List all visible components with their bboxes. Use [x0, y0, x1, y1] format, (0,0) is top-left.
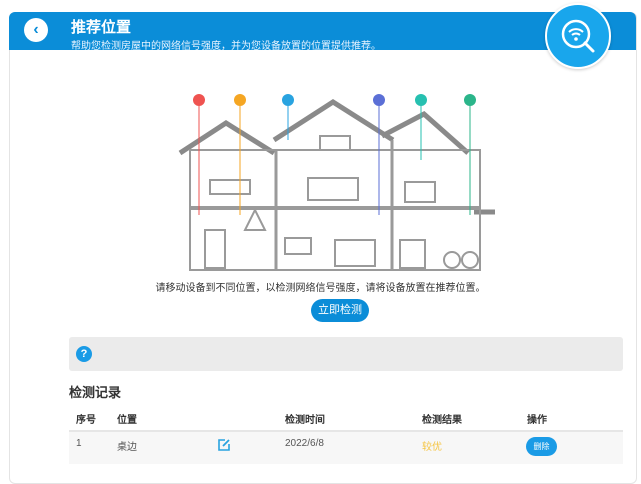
records-title: 检测记录: [69, 385, 122, 400]
detect-now-button[interactable]: 立即检测: [311, 299, 369, 322]
row-result: 较优: [422, 442, 442, 453]
wifi-search-icon: [545, 3, 611, 69]
delete-button[interactable]: 删除: [526, 437, 557, 456]
chevron-left-icon: ‹: [33, 21, 39, 38]
page-title: 推荐位置: [71, 19, 132, 36]
col-time: 检测时间: [285, 415, 325, 426]
col-index: 序号: [76, 415, 96, 426]
row-location: 桌边: [117, 442, 137, 453]
row-time: 2022/6/8: [285, 438, 324, 449]
back-button[interactable]: ‹: [24, 18, 48, 42]
info-box: ?: [69, 337, 623, 371]
house-illustration: [178, 94, 495, 271]
col-location: 位置: [117, 415, 137, 426]
col-action: 操作: [527, 415, 547, 426]
page-subtitle: 帮助您检测房屋中的网络信号强度，并为您设备放置的位置提供推荐。: [71, 41, 381, 52]
col-result: 检测结果: [422, 415, 462, 426]
help-icon[interactable]: ?: [76, 346, 92, 362]
signal-markers: [193, 94, 476, 215]
row-index: 1: [76, 438, 82, 449]
edit-icon[interactable]: [217, 438, 231, 452]
detect-hint: 请移动设备到不同位置，以检测网络信号强度，请将设备放置在推荐位置。: [155, 283, 486, 294]
